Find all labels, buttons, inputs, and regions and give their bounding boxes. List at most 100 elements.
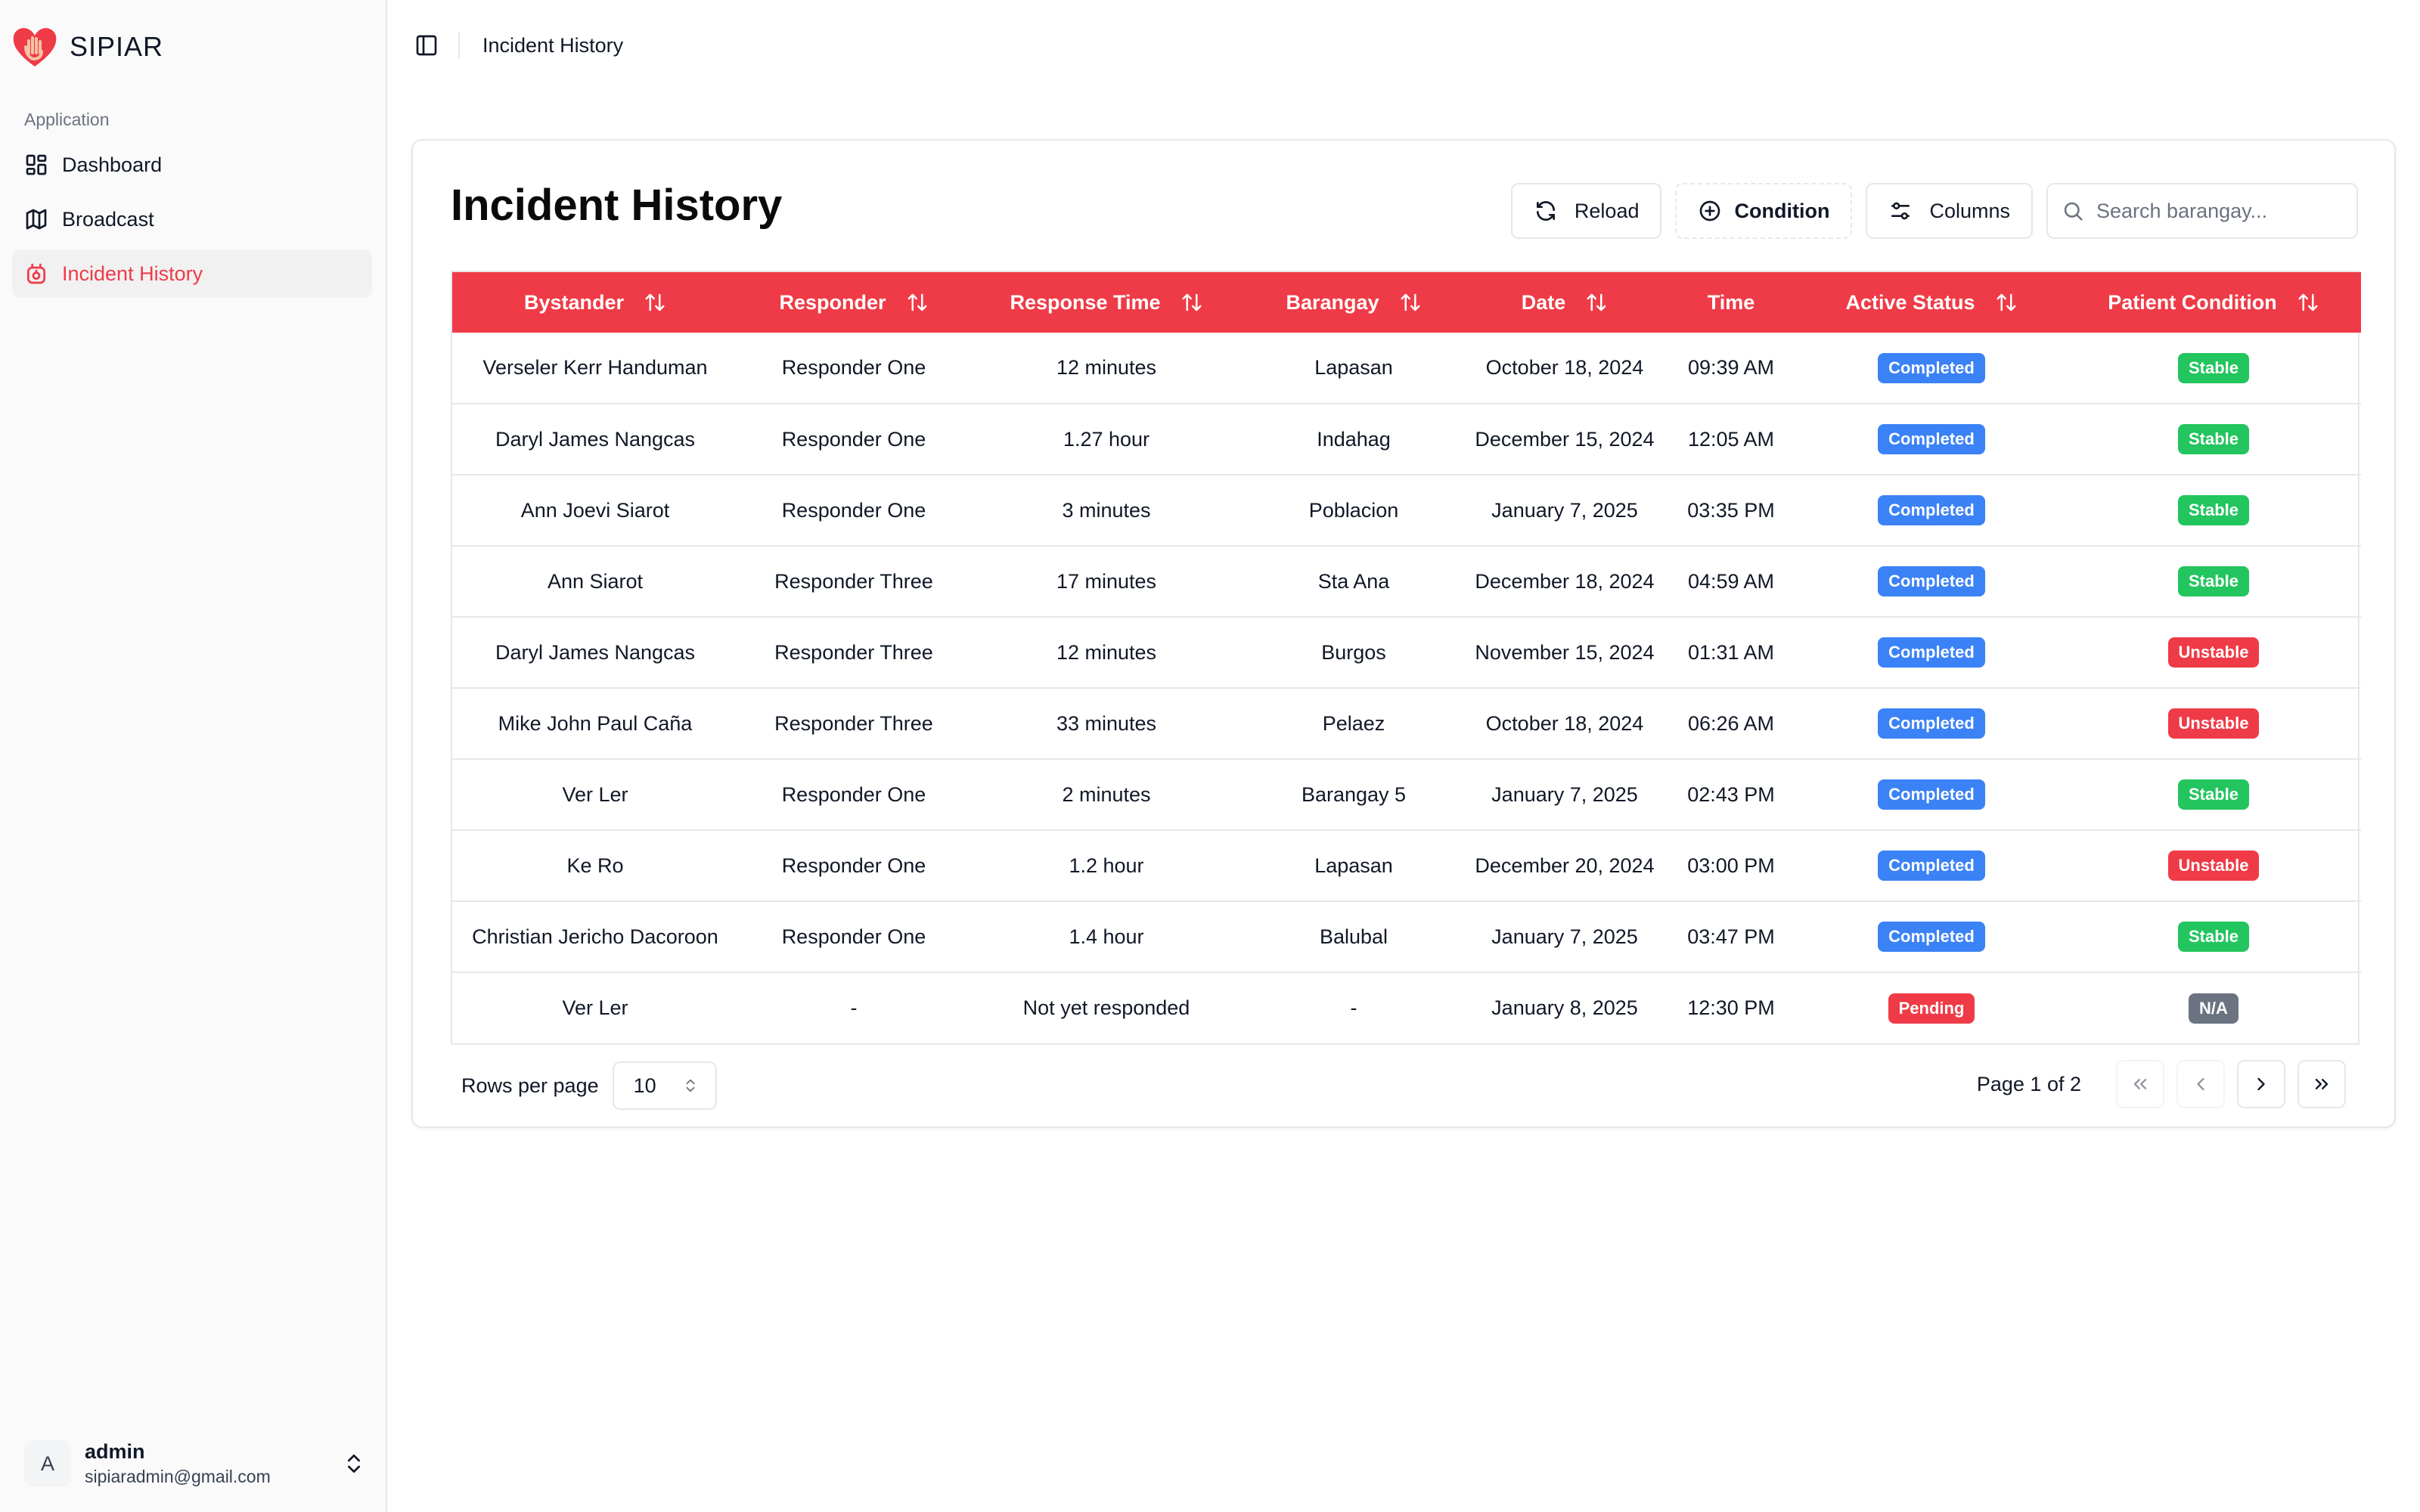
chevrons-left-icon: [2133, 1079, 2147, 1089]
time-cell: 12:30 PM: [1687, 996, 1775, 1019]
active-status-cell: Completed: [1797, 475, 2066, 546]
map-icon: [26, 209, 47, 230]
nav-group-label: Application: [24, 110, 110, 129]
response-time-cell: 1.4 hour: [1069, 925, 1144, 948]
sidebar-item-incident-history[interactable]: Incident History: [12, 249, 372, 298]
column-header-active-status[interactable]: Active Status: [1797, 272, 2066, 333]
table-row[interactable]: Daryl James Nangcas Responder Three 12 min…: [452, 617, 2361, 688]
time-cell: 03:00 PM: [1687, 854, 1775, 877]
barangay-cell: Indahag: [1317, 427, 1391, 451]
column-label: Bystander: [523, 290, 625, 314]
condition-badge: Stable: [2177, 779, 2250, 810]
previous-page-button[interactable]: [2176, 1060, 2225, 1108]
plus-circle-icon: [1700, 200, 1720, 222]
sidebar-item-dashboard[interactable]: Dashboard: [12, 141, 372, 189]
table-row[interactable]: Verseler Kerr Handuman Responder One 12 mi…: [452, 333, 2361, 404]
table-row[interactable]: Ann Joevi Siarot Responder One 3 minutes Po…: [452, 475, 2361, 546]
date-cell: December 18, 2024: [1475, 569, 1655, 593]
column-header-response-time[interactable]: Response Time: [970, 272, 1243, 333]
date-cell: January 7, 2025: [1491, 925, 1638, 948]
column-label: Time: [1707, 290, 1755, 314]
bystander-cell: Christian Jericho Dacoroon: [472, 925, 718, 948]
active-status-cell: Completed: [1797, 830, 2066, 901]
responder-cell: Responder Three: [774, 640, 933, 664]
active-status-cell: Completed: [1797, 759, 2066, 830]
first-page-button[interactable]: [2116, 1060, 2164, 1108]
sort-icon: [908, 293, 927, 311]
column-header-date[interactable]: Date: [1464, 272, 1665, 333]
response-time-cell: 12 minutes: [1056, 640, 1157, 664]
column-header-bystander[interactable]: Bystander: [452, 272, 738, 333]
search-field[interactable]: [2046, 183, 2358, 239]
responder-cell: -: [850, 996, 858, 1019]
user-email: sipiaradmin@gmail.com: [85, 1467, 271, 1486]
active-status-cell: Completed: [1797, 688, 2066, 759]
condition-badge: Unstable: [2167, 850, 2260, 881]
table-row[interactable]: Ver Ler Responder One 2 minutes Barangay 5 J…: [452, 759, 2361, 830]
sidebar-nav: Dashboard Broadcast Incident History: [12, 141, 372, 304]
user-menu[interactable]: A admin sipiaradmin@gmail.com: [24, 1433, 366, 1494]
rows-per-page-select[interactable]: 10: [612, 1061, 717, 1110]
patient-condition-cell: Unstable: [2066, 688, 2361, 759]
active-status-cell: Completed: [1797, 333, 2066, 404]
sidebar-item-broadcast[interactable]: Broadcast: [12, 195, 372, 243]
date-cell: January 7, 2025: [1491, 782, 1638, 806]
condition-filter-button[interactable]: Condition: [1675, 183, 1853, 239]
column-label: Responder: [779, 290, 886, 314]
page-indicator: Page 1 of 2: [1976, 1072, 2081, 1095]
barangay-cell: Burgos: [1321, 640, 1386, 664]
brand[interactable]: SIPIAR: [11, 23, 163, 71]
search-input[interactable]: [2096, 199, 2338, 223]
barangay-cell: -: [1350, 996, 1357, 1019]
last-page-button[interactable]: [2297, 1060, 2346, 1108]
rows-per-page-label: Rows per page: [461, 1074, 599, 1097]
condition-badge: Unstable: [2167, 637, 2260, 668]
status-badge: Completed: [1878, 779, 1985, 810]
columns-button[interactable]: Columns: [1866, 183, 2033, 239]
active-status-cell: Completed: [1797, 617, 2066, 688]
active-status-cell: Completed: [1797, 404, 2066, 475]
refresh-icon: [1536, 201, 1555, 221]
condition-badge: Stable: [2177, 566, 2250, 596]
response-time-cell: 1.2 hour: [1069, 854, 1144, 877]
response-time-cell: 12 minutes: [1056, 356, 1157, 379]
sort-icon: [645, 293, 665, 311]
date-cell: December 15, 2024: [1475, 427, 1655, 451]
bystander-cell: Ver Ler: [562, 996, 628, 1019]
status-badge: Completed: [1878, 424, 1985, 454]
table-row[interactable]: Ver Ler - Not yet responded - January 8, 202…: [452, 972, 2361, 1043]
table-row[interactable]: Christian Jericho Dacoroon Responder One 1…: [452, 901, 2361, 972]
patient-condition-cell: Stable: [2066, 901, 2361, 972]
patient-condition-cell: Unstable: [2066, 830, 2361, 901]
incident-table: Bystander Responder Response Time Barang…: [451, 271, 2361, 1045]
next-page-button[interactable]: [2237, 1060, 2285, 1108]
status-badge: Completed: [1878, 566, 1985, 596]
responder-cell: Responder Three: [774, 569, 933, 593]
sidebar-item-label: Incident History: [62, 262, 203, 285]
responder-cell: Responder One: [781, 925, 926, 948]
column-header-patient-condition[interactable]: Patient Condition: [2066, 272, 2361, 333]
patient-condition-cell: Stable: [2066, 546, 2361, 617]
date-cell: November 15, 2024: [1475, 640, 1655, 664]
barangay-cell: Pelaez: [1322, 711, 1385, 735]
column-label: Patient Condition: [2108, 290, 2277, 314]
sort-icon: [1401, 293, 1420, 311]
sidebar-toggle-button[interactable]: [410, 29, 443, 62]
status-badge: Completed: [1878, 352, 1985, 383]
table-row[interactable]: Ann Siarot Responder Three 17 minutes Sta A…: [452, 546, 2361, 617]
patient-condition-cell: Stable: [2066, 333, 2361, 404]
heart-hand-logo-icon: [13, 28, 57, 67]
table-row[interactable]: Mike John Paul Caña Responder Three 33 min…: [452, 688, 2361, 759]
time-cell: 03:35 PM: [1687, 498, 1775, 522]
column-header-barangay[interactable]: Barangay: [1243, 272, 1464, 333]
bystander-cell: Daryl James Nangcas: [495, 640, 696, 664]
response-time-cell: 3 minutes: [1062, 498, 1151, 522]
condition-badge: Stable: [2177, 495, 2250, 525]
reload-button[interactable]: Reload: [1510, 183, 1662, 239]
table-row[interactable]: Daryl James Nangcas Responder One 1.27 hou…: [452, 404, 2361, 475]
responder-cell: Responder One: [781, 782, 926, 806]
column-header-responder[interactable]: Responder: [738, 272, 970, 333]
barangay-cell: Lapasan: [1314, 356, 1393, 379]
table-row[interactable]: Ke Ro Responder One 1.2 hour Lapasan Decembe…: [452, 830, 2361, 901]
user-name: admin: [85, 1440, 145, 1463]
